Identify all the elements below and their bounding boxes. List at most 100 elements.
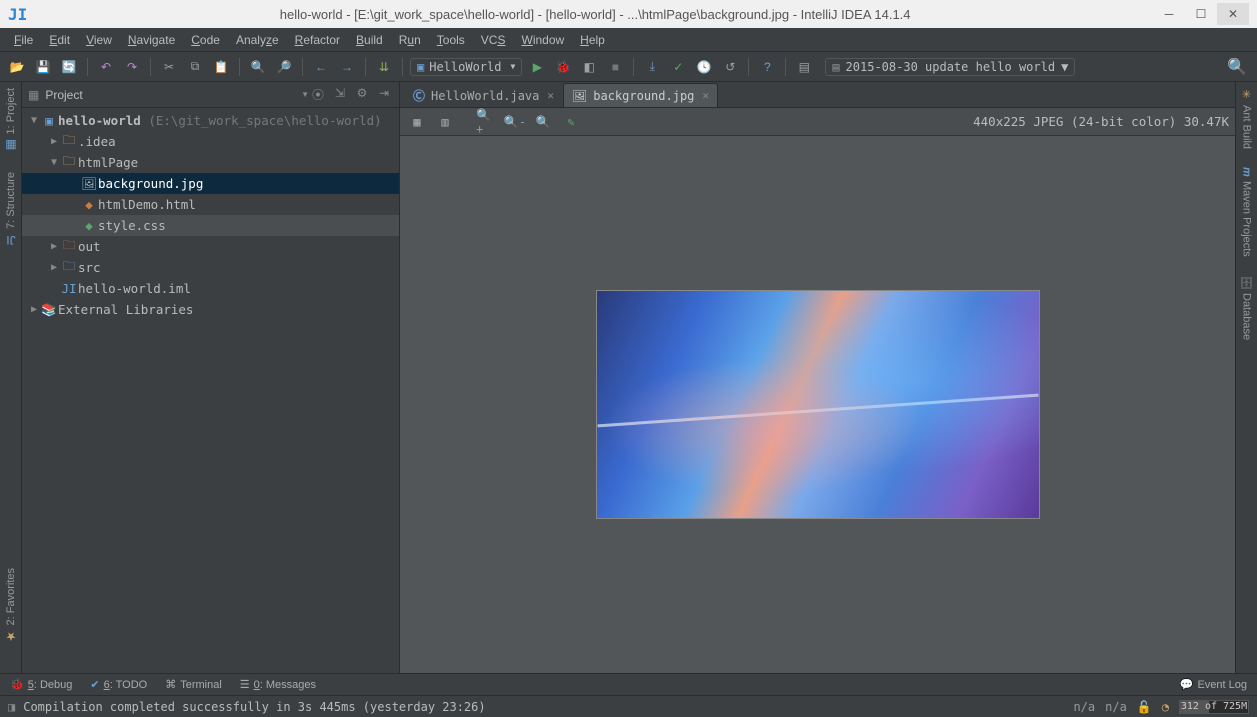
run-icon[interactable]: ▶ bbox=[526, 56, 548, 78]
menu-refactor[interactable]: Refactor bbox=[287, 31, 348, 49]
tab-label: background.jpg bbox=[593, 89, 694, 103]
tool-maven[interactable]: mMaven Projects bbox=[1241, 167, 1253, 257]
coverage-icon[interactable]: ◧ bbox=[578, 56, 600, 78]
vcs-changelist-selector[interactable]: ▤ 2015-08-30 update hello world ▼ bbox=[825, 58, 1075, 76]
checker-bg-icon[interactable]: ▦ bbox=[406, 111, 428, 133]
make-project-icon[interactable]: ⇊ bbox=[373, 56, 395, 78]
menu-tools[interactable]: Tools bbox=[429, 31, 473, 49]
status-encoding[interactable]: n/a bbox=[1073, 700, 1095, 714]
tool-event-log[interactable]: 💬Event Log bbox=[1180, 678, 1247, 691]
back-icon[interactable]: ← bbox=[310, 56, 332, 78]
inspect-icon[interactable]: ◔ bbox=[1162, 700, 1169, 714]
image-viewport[interactable] bbox=[400, 136, 1235, 673]
color-picker-icon[interactable]: ✎ bbox=[560, 111, 582, 133]
close-tab-icon[interactable]: ✕ bbox=[547, 89, 554, 102]
sync-icon[interactable]: 🔄 bbox=[58, 56, 80, 78]
scroll-to-source-icon[interactable]: ⦿ bbox=[309, 86, 327, 103]
open-icon[interactable]: 📂 bbox=[6, 56, 28, 78]
module-icon: ▣ bbox=[40, 113, 58, 128]
stop-icon[interactable]: ■ bbox=[604, 56, 626, 78]
zoom-in-icon[interactable]: 🔍+ bbox=[476, 111, 498, 133]
undo-icon[interactable]: ↶ bbox=[95, 56, 117, 78]
copy-icon[interactable]: ⧉ bbox=[184, 56, 206, 78]
tool-todo[interactable]: ✔6: TODO bbox=[90, 678, 147, 691]
find-icon[interactable]: 🔍 bbox=[247, 56, 269, 78]
css-file-icon: ◆ bbox=[80, 218, 98, 233]
tool-database[interactable]: 🗄Database bbox=[1240, 275, 1253, 340]
menu-run[interactable]: Run bbox=[391, 31, 429, 49]
image-info-label: 440x225 JPEG (24-bit color) 30.47K bbox=[973, 114, 1229, 129]
tab-helloworld-java[interactable]: Ⓒ HelloWorld.java ✕ bbox=[404, 83, 563, 107]
zoom-out-icon[interactable]: 🔍- bbox=[504, 111, 526, 133]
tree-root[interactable]: ▼ ▣ hello-world (E:\git_work_space\hello… bbox=[22, 110, 399, 131]
tool-window-toggle-icon[interactable]: ◨ bbox=[8, 700, 15, 714]
grid-icon[interactable]: ▥ bbox=[434, 111, 456, 133]
expand-arrow-icon[interactable]: ▼ bbox=[28, 115, 40, 126]
collapse-all-icon[interactable]: ⇲ bbox=[331, 86, 349, 103]
menu-code[interactable]: Code bbox=[183, 31, 228, 49]
menu-file[interactable]: File bbox=[6, 31, 41, 49]
save-all-icon[interactable]: 💾 bbox=[32, 56, 54, 78]
vcs-revert-icon[interactable]: ↺ bbox=[719, 56, 741, 78]
help-icon[interactable]: ? bbox=[756, 56, 778, 78]
zoom-actual-icon[interactable]: 🔍 bbox=[532, 111, 554, 133]
tree-external-libraries[interactable]: ▶ 📚 External Libraries bbox=[22, 299, 399, 320]
paste-icon[interactable]: 📋 bbox=[210, 56, 232, 78]
tool-terminal[interactable]: ⌘Terminal bbox=[165, 678, 222, 691]
memory-indicator[interactable]: 312 of 725M bbox=[1179, 700, 1249, 714]
menu-navigate[interactable]: Navigate bbox=[120, 31, 183, 49]
close-tab-icon[interactable]: ✕ bbox=[702, 89, 709, 102]
redo-icon[interactable]: ↷ bbox=[121, 56, 143, 78]
tool-structure[interactable]: JI7: Structure bbox=[5, 172, 17, 247]
forward-icon[interactable]: → bbox=[336, 56, 358, 78]
status-line-sep[interactable]: n/a bbox=[1105, 700, 1127, 714]
menu-view[interactable]: View bbox=[78, 31, 120, 49]
tree-folder-idea[interactable]: ▶ 🗀 .idea bbox=[22, 131, 399, 152]
menu-analyze[interactable]: Analyze bbox=[228, 31, 287, 49]
gear-icon[interactable]: ⚙ bbox=[353, 86, 371, 103]
project-structure-icon[interactable]: ▤ bbox=[793, 56, 815, 78]
menu-build[interactable]: Build bbox=[348, 31, 391, 49]
tree-file-iml[interactable]: JI hello-world.iml bbox=[22, 278, 399, 299]
menu-help[interactable]: Help bbox=[572, 31, 613, 49]
tree-file-stylecss[interactable]: ◆ style.css bbox=[22, 215, 399, 236]
menu-vcs[interactable]: VCS bbox=[473, 31, 514, 49]
chevron-down-icon[interactable]: ▼ bbox=[301, 90, 309, 99]
tree-file-htmldemo[interactable]: ◆ htmlDemo.html bbox=[22, 194, 399, 215]
lock-icon[interactable]: 🔓 bbox=[1137, 700, 1152, 714]
tool-project[interactable]: ▦1: Project bbox=[5, 88, 17, 152]
vcs-update-icon[interactable]: ⤓ bbox=[641, 56, 663, 78]
vcs-commit-icon[interactable]: ✓ bbox=[667, 56, 689, 78]
expand-arrow-icon[interactable]: ▼ bbox=[48, 157, 60, 168]
menu-window[interactable]: Window bbox=[513, 31, 572, 49]
project-panel-title[interactable]: Project bbox=[45, 88, 297, 102]
search-everywhere-icon[interactable]: 🔍 bbox=[1227, 57, 1247, 77]
hide-icon[interactable]: ⇥ bbox=[375, 86, 393, 103]
maximize-button[interactable]: ☐ bbox=[1185, 3, 1217, 25]
expand-arrow-icon[interactable]: ▶ bbox=[48, 241, 60, 252]
tree-folder-htmlpage[interactable]: ▼ 🗀 htmlPage bbox=[22, 152, 399, 173]
replace-icon[interactable]: 🔎 bbox=[273, 56, 295, 78]
close-button[interactable]: ✕ bbox=[1217, 3, 1249, 25]
tree-folder-out[interactable]: ▶ 🗀 out bbox=[22, 236, 399, 257]
debug-icon[interactable]: 🐞 bbox=[552, 56, 574, 78]
tab-background-jpg[interactable]: 🖼 background.jpg ✕ bbox=[563, 83, 718, 107]
tool-favorites[interactable]: ★2: Favorites bbox=[5, 568, 17, 643]
tool-ant-build[interactable]: ✳Ant Build bbox=[1240, 88, 1253, 149]
minimize-button[interactable]: ─ bbox=[1153, 3, 1185, 25]
tool-messages[interactable]: ☰0: Messages bbox=[240, 678, 316, 691]
menu-edit[interactable]: Edit bbox=[41, 31, 78, 49]
status-bar: ◨ Compilation completed successfully in … bbox=[0, 695, 1257, 717]
window-title: hello-world - [E:\git_work_space\hello-w… bbox=[37, 7, 1153, 22]
expand-arrow-icon[interactable]: ▶ bbox=[48, 136, 60, 147]
expand-arrow-icon[interactable]: ▶ bbox=[48, 262, 60, 273]
run-config-selector[interactable]: ▣ HelloWorld ▼ bbox=[410, 58, 522, 76]
tool-debug[interactable]: 🐞5: Debug bbox=[10, 678, 72, 691]
expand-arrow-icon[interactable]: ▶ bbox=[28, 304, 40, 315]
image-preview bbox=[596, 290, 1040, 519]
tree-folder-src[interactable]: ▶ 🗀 src bbox=[22, 257, 399, 278]
tree-file-background[interactable]: 🖼 background.jpg bbox=[22, 173, 399, 194]
project-tree[interactable]: ▼ ▣ hello-world (E:\git_work_space\hello… bbox=[22, 108, 399, 673]
vcs-history-icon[interactable]: 🕓 bbox=[693, 56, 715, 78]
cut-icon[interactable]: ✂ bbox=[158, 56, 180, 78]
